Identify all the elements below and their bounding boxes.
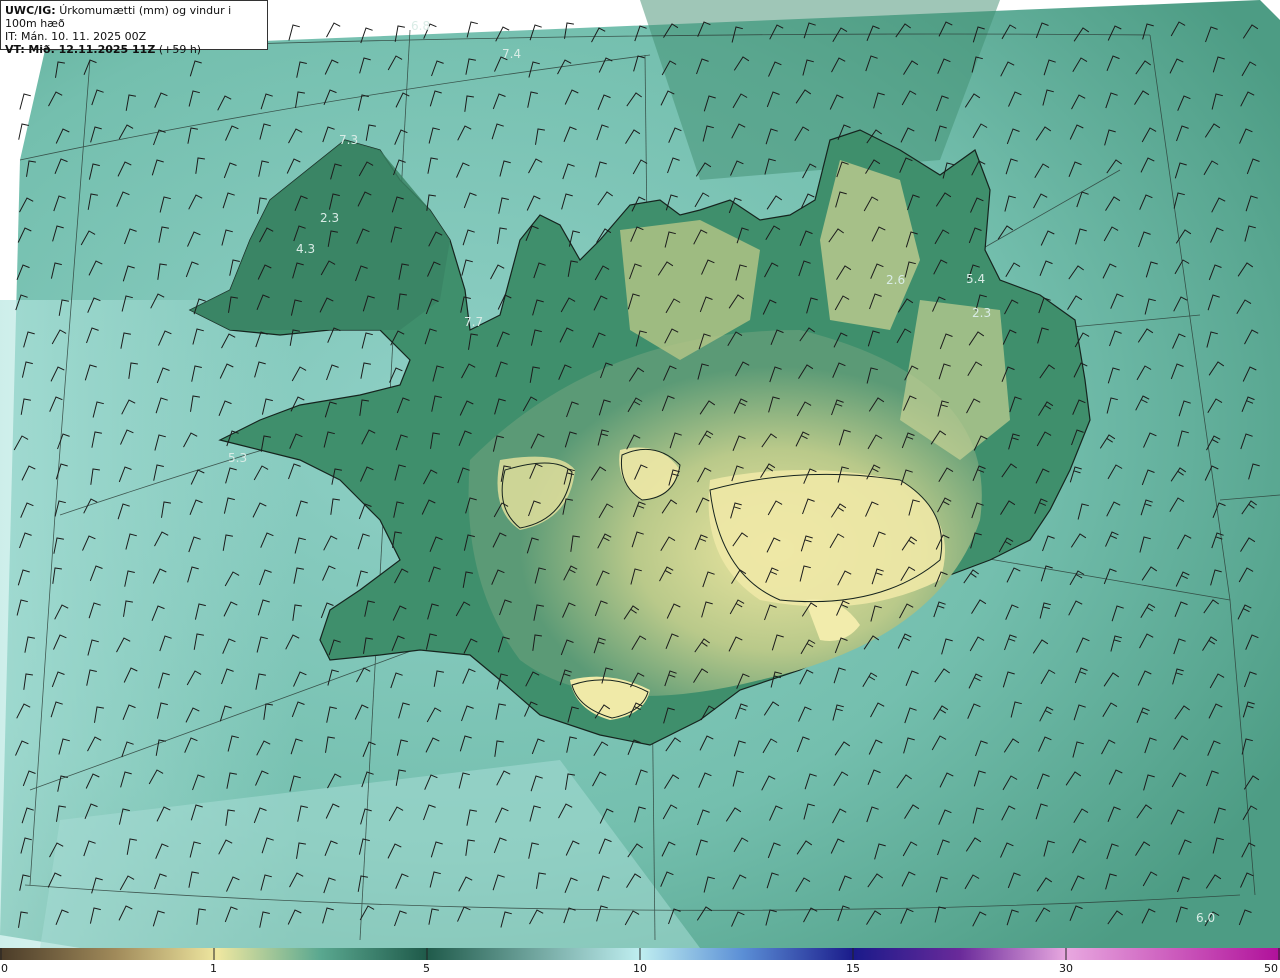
point-value: 6.8	[411, 19, 430, 33]
point-value: 5.4	[966, 272, 985, 286]
colorbar-tick: 5	[423, 962, 430, 975]
map-info-box: UWC/IG: Úrkomumætti (mm) og vindur i 100…	[0, 0, 268, 56]
colorbar-tick-labels: 0 1 5 10 15 30 50	[0, 962, 1280, 978]
point-value: 2.3	[320, 211, 339, 225]
point-value: 7.4	[502, 47, 521, 61]
colorbar-tick: 15	[846, 962, 860, 975]
info-title-line: UWC/IG: Úrkomumætti (mm) og vindur i 100…	[5, 4, 263, 30]
info-it-line: IT: Mán. 10. 11. 2025 00Z	[5, 30, 263, 43]
colorbar-tick: 1	[210, 962, 217, 975]
init-time: Mán. 10. 11. 2025 00Z	[20, 30, 147, 43]
model-label: UWC/IG:	[5, 4, 56, 17]
point-value: 2.6	[886, 273, 905, 287]
colorbar-tick: 10	[633, 962, 647, 975]
colorbar-tick: 0	[1, 962, 8, 975]
vt-prefix: VT:	[5, 43, 25, 56]
point-value: 7.7	[464, 315, 483, 329]
info-vt-line: VT: Mið. 12.11.2025 11Z (+59 h)	[5, 43, 263, 56]
weather-map: 6.8 7.4 7.3 2.3 4.3 7.7 5.3 2.6 5.4 2.3 …	[0, 0, 1280, 948]
colorbar	[0, 948, 1280, 960]
colorbar-tick: 30	[1059, 962, 1073, 975]
colorbar-tick: 50	[1264, 962, 1278, 975]
point-value: 2.3	[972, 306, 991, 320]
point-value: 5.3	[228, 451, 247, 465]
it-prefix: IT:	[5, 30, 18, 43]
point-value: 7.3	[339, 133, 358, 147]
lead-time: (+59 h)	[158, 43, 202, 56]
valid-time: Mið. 12.11.2025 11Z	[28, 43, 156, 56]
point-value: 4.3	[296, 242, 315, 256]
point-value: 6.0	[1196, 911, 1215, 925]
